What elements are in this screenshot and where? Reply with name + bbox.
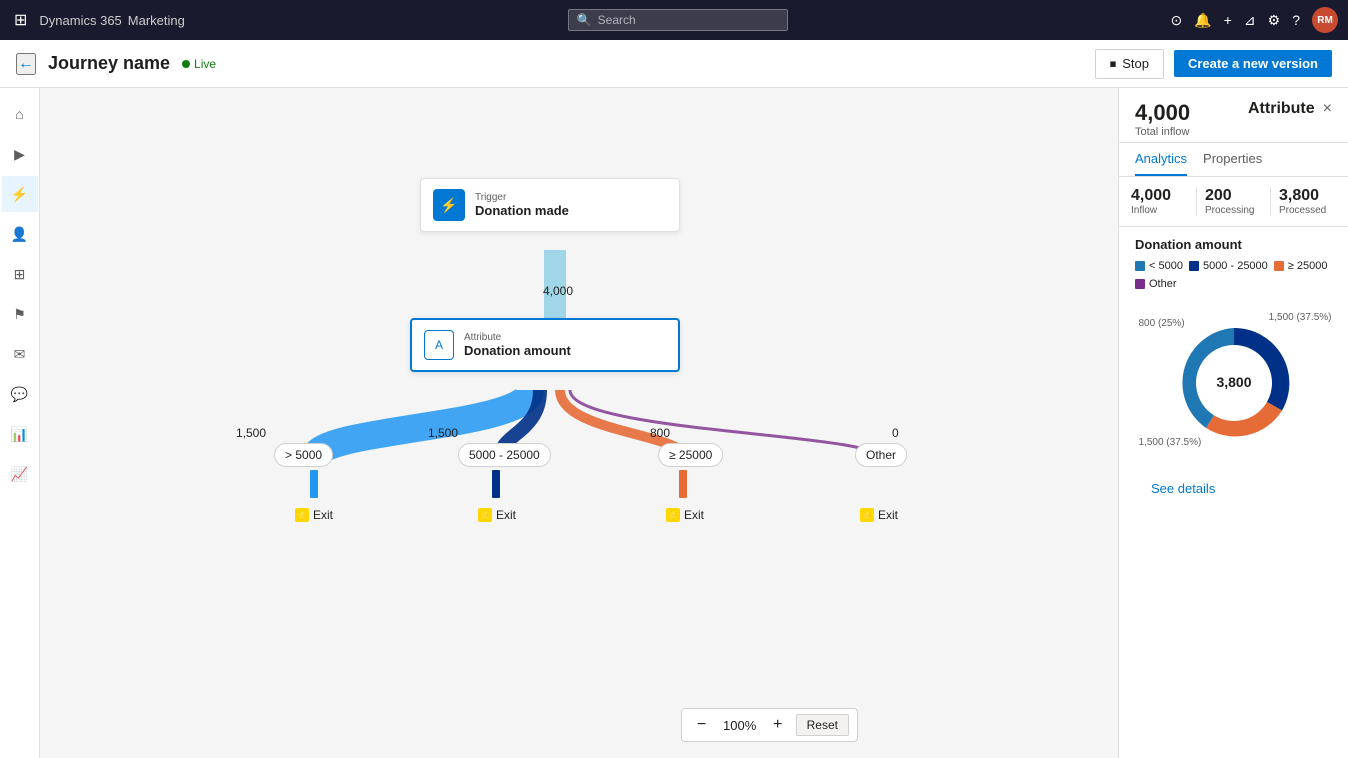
donation-section: Donation amount < 5000 5000 - 25000 ≥ 25… [1119,227,1348,476]
page-title: Journey name [48,53,170,74]
see-details-container: See details [1119,476,1348,502]
branch1-node[interactable]: > 5000 [274,443,333,467]
search-input[interactable] [598,13,768,27]
live-dot [182,60,190,68]
exit1-icon: ⭐ [295,508,309,522]
legend-item-2: 5000 - 25000 [1189,260,1268,272]
see-details-link[interactable]: See details [1135,475,1231,502]
add-icon[interactable]: + [1224,12,1232,28]
donut-chart: 800 (25%) 1,500 (37.5%) 1,500 (37.5%) [1135,298,1332,458]
sidebar-item-chat[interactable]: 💬 [2,376,38,412]
activity-icon[interactable]: ⊙ [1171,12,1183,29]
right-panel: 4,000 Total inflow Attribute × Analytics… [1118,88,1348,758]
help-icon[interactable]: ? [1292,12,1300,28]
branch1-count: 1,500 [236,426,266,440]
sidebar-item-journey[interactable]: ⚡ [2,176,38,212]
branch2-count: 1,500 [428,426,458,440]
nav-icons: ⊙ 🔔 + ⊿ ⚙ ? RM [1171,7,1338,33]
search-icon: 🔍 [577,13,592,27]
zoom-controls: − 100% + Reset [681,708,858,742]
trigger-type-label: Trigger [475,192,569,203]
legend-item-1: < 5000 [1135,260,1183,272]
left-sidebar: ⌂ ▶ ⚡ 👤 ⊞ ⚑ ✉ 💬 📊 📈 [0,88,40,758]
branch3-exit: ⭐ Exit [666,508,704,522]
zoom-reset-button[interactable]: Reset [796,714,849,736]
settings-icon[interactable]: ⚙ [1268,12,1281,29]
stat-processed: 3,800 Processed [1279,187,1336,216]
zoom-out-button[interactable]: − [690,713,714,737]
back-button[interactable]: ← [16,53,36,75]
tab-properties[interactable]: Properties [1203,143,1262,176]
stat-processing: 200 Processing [1205,187,1262,216]
total-inflow-number: 4,000 [1135,100,1190,126]
branch2-node[interactable]: 5000 - 25000 [458,443,551,467]
donut-svg: 3,800 [1149,308,1319,458]
sidebar-item-arrow[interactable]: ▶ [2,136,38,172]
sidebar-item-segments[interactable]: ⊞ [2,256,38,292]
exit3-icon: ⭐ [666,508,680,522]
branch4-node[interactable]: Other [855,443,907,467]
avatar[interactable]: RM [1312,7,1338,33]
sidebar-item-analytics2[interactable]: 📈 [2,456,38,492]
legend-dot-3 [1274,261,1284,271]
sidebar-item-home[interactable]: ⌂ [2,96,38,132]
branch1-exit: ⭐ Exit [295,508,333,522]
attribute-icon: A [424,330,454,360]
sidebar-item-reports[interactable]: 📊 [2,416,38,452]
legend-row: < 5000 5000 - 25000 ≥ 25000 Other [1135,260,1332,290]
tab-analytics[interactable]: Analytics [1135,143,1187,176]
zoom-level: 100% [720,718,760,733]
filter-icon[interactable]: ⊿ [1244,12,1256,29]
sidebar-item-flag[interactable]: ⚑ [2,296,38,332]
trigger-icon: ⚡ [433,189,465,221]
exit4-icon: ⭐ [860,508,874,522]
branch3-node[interactable]: ≥ 25000 [658,443,723,467]
legend-dot-4 [1135,279,1145,289]
total-inflow-label: Total inflow [1135,126,1190,138]
flow-count: 4,000 [543,284,573,298]
sidebar-item-email[interactable]: ✉ [2,336,38,372]
legend-item-4: Other [1135,278,1177,290]
branch4-exit: ⭐ Exit [860,508,898,522]
notifications-icon[interactable]: 🔔 [1194,12,1211,29]
branch2-exit: ⭐ Exit [478,508,516,522]
svg-text:3,800: 3,800 [1216,374,1251,390]
donation-title: Donation amount [1135,237,1332,252]
panel-close-button[interactable]: × [1323,100,1332,118]
branch3-count: 800 [650,426,670,440]
create-version-button[interactable]: Create a new version [1174,50,1332,77]
stop-button[interactable]: ⏹ Stop [1095,49,1164,79]
legend-dot-2 [1189,261,1199,271]
panel-title: Attribute [1248,100,1315,118]
stop-icon: ⏹ [1110,56,1117,72]
search-area: 🔍 [193,9,1163,31]
stat-inflow: 4,000 Inflow [1131,187,1188,216]
stats-section: 4,000 Inflow 200 Processing 3,800 Proces… [1119,177,1348,227]
brand-logo: Dynamics 365 Marketing [39,13,184,28]
attribute-type-label: Attribute [464,332,571,343]
zoom-in-button[interactable]: + [766,713,790,737]
status-badge: Live [182,57,216,71]
attribute-node[interactable]: A Attribute Donation amount [410,318,680,372]
trigger-node[interactable]: ⚡ Trigger Donation made [420,178,680,232]
legend-dot-1 [1135,261,1145,271]
apps-button[interactable]: ⊞ [10,6,31,34]
trigger-name: Donation made [475,203,569,218]
exit2-icon: ⭐ [478,508,492,522]
legend-item-3: ≥ 25000 [1274,260,1328,272]
branch4-count: 0 [892,426,899,440]
module-name: Marketing [128,13,185,28]
panel-tabs: Analytics Properties [1119,143,1348,177]
attribute-name: Donation amount [464,343,571,358]
canvas-area: ⚡ Trigger Donation made 4,000 A Attribut… [40,88,1118,758]
sidebar-item-contacts[interactable]: 👤 [2,216,38,252]
